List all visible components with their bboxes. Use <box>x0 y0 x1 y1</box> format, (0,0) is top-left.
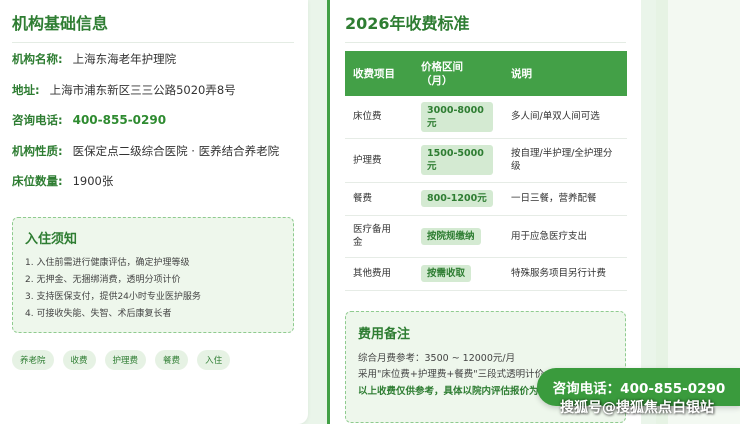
fee-item: 餐费 <box>345 182 413 216</box>
fee-note-title: 费用备注 <box>358 326 411 342</box>
table-row: 护理费 1500-5000元 按自理/半护理/全护理分级 <box>345 138 627 183</box>
phone-link[interactable]: 400-855-0290 <box>73 113 166 127</box>
notice-list: 1. 入住前需进行健康评估，确定护理等级 2. 无押金、无捆绑消费，透明分项计价… <box>25 255 281 323</box>
table-row: 其他费用 按需收取 特殊服务项目另行计费 <box>345 257 627 291</box>
info-label: 机构名称: <box>12 52 63 66</box>
fee-item: 床位费 <box>345 96 413 139</box>
column-header: 收费项目 <box>345 51 413 96</box>
price-badge: 按院规缴纳 <box>421 227 481 245</box>
admission-notice-box: 入住须知 1. 入住前需进行健康评估，确定护理等级 2. 无押金、无捆绑消费，透… <box>12 216 294 333</box>
price-badge: 按需收取 <box>421 265 472 282</box>
tag-list: 养老院 收费 护理费 餐费 入住 <box>12 349 294 370</box>
basic-info-card: 机构基础信息 机构名称: 上海东海老年护理院 地址: 上海市浦东新区三三公路50… <box>0 0 308 424</box>
table-row: 医疗备用金 按院规缴纳 用于应急医疗支出 <box>345 215 627 258</box>
column-header: 价格区间 （月） <box>413 51 503 96</box>
fee-desc: 一日三餐，营养配餐 <box>503 182 627 216</box>
column-header: 说明 <box>503 51 627 96</box>
tag-fees[interactable]: 收费 <box>62 349 96 370</box>
info-value: 上海东海老年护理院 <box>72 52 177 66</box>
info-value: 医保定点二级综合医院 · 医养结合养老院 <box>72 143 280 158</box>
fee-item: 其他费用 <box>345 257 413 291</box>
side-panel <box>668 0 740 424</box>
list-item: 2. 无押金、无捆绑消费，透明分项计价 <box>25 274 181 285</box>
info-label: 床位数量: <box>12 174 63 188</box>
table-header-row: 收费项目 价格区间 （月） 说明 <box>345 51 627 96</box>
fee-card: 2026年收费标准 收费项目 价格区间 （月） 说明 床位费 3000-8000… <box>327 0 641 424</box>
info-label: 机构性质: <box>12 143 63 158</box>
info-row-beds: 床位数量: 1900张 <box>12 173 294 204</box>
fee-table: 收费项目 价格区间 （月） 说明 床位费 3000-8000元 多人间/单双人间… <box>345 51 627 291</box>
info-label: 地址: <box>12 82 40 97</box>
list-item: 3. 支持医保支付，提供24小时专业医护服务 <box>25 291 201 302</box>
table-row: 床位费 3000-8000元 多人间/单双人间可选 <box>345 96 627 139</box>
info-row-address: 地址: 上海市浦东新区三三公路5020弄8号 <box>12 82 294 113</box>
watermark: 搜狐号@搜狐焦点白银站 <box>560 400 714 416</box>
fee-desc: 用于应急医疗支出 <box>503 215 627 258</box>
info-label: 咨询电话: <box>12 113 63 127</box>
price-badge: 1500-5000元 <box>421 145 493 175</box>
tag-admission[interactable]: 入住 <box>197 349 231 370</box>
tag-nursing-home[interactable]: 养老院 <box>12 349 54 370</box>
fee-item: 医疗备用金 <box>345 215 413 258</box>
fee-desc: 按自理/半护理/全护理分级 <box>503 138 627 183</box>
info-row-phone: 咨询电话: 400-855-0290 <box>12 112 294 143</box>
price-badge: 3000-8000元 <box>421 101 493 132</box>
fee-desc: 特殊服务项目另行计费 <box>503 257 627 291</box>
list-item: 4. 可接收失能、失智、术后康复长者 <box>25 308 172 319</box>
fee-item: 护理费 <box>345 138 413 183</box>
info-value: 1900张 <box>72 174 114 188</box>
price-badge: 800-1200元 <box>421 190 493 207</box>
fee-desc: 多人间/单双人间可选 <box>503 96 627 139</box>
fee-title: 2026年收费标准 <box>345 10 626 43</box>
table-row: 餐费 800-1200元 一日三餐，营养配餐 <box>345 182 627 216</box>
notice-title: 入住须知 <box>25 231 78 247</box>
info-row-name: 机构名称: 上海东海老年护理院 <box>12 51 294 82</box>
tag-meal-fee[interactable]: 餐费 <box>155 349 189 370</box>
tag-care-fee[interactable]: 护理费 <box>104 349 147 370</box>
fee-note-line: 综合月费参考：3500 ~ 12000元/月 <box>358 352 516 364</box>
info-row-nature: 机构性质: 医保定点二级综合医院 · 医养结合养老院 <box>12 143 294 174</box>
list-item: 1. 入住前需进行健康评估，确定护理等级 <box>25 257 190 268</box>
basic-info-title: 机构基础信息 <box>12 10 294 43</box>
info-value: 上海市浦东新区三三公路5020弄8号 <box>49 82 236 97</box>
